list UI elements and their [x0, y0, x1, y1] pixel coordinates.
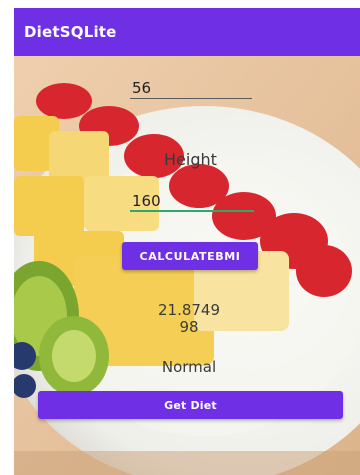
height-label: Height	[164, 150, 217, 169]
calculate-bmi-button[interactable]: CALCULATEBMI	[122, 242, 258, 270]
app-title: DietSQLite	[24, 23, 117, 41]
bmi-result: 21.8749 98	[144, 302, 234, 336]
app-bar: DietSQLite	[14, 8, 360, 56]
height-input[interactable]: 160	[132, 192, 161, 210]
app-screen: DietSQLite 56 Height 160 CALCULATEBMI 21…	[14, 8, 360, 475]
weight-input-underline	[130, 98, 252, 99]
height-input-underline	[130, 210, 254, 212]
get-diet-button[interactable]: Get Diet	[38, 391, 343, 419]
weight-input[interactable]: 56	[132, 79, 151, 97]
bmi-value-line2: 98	[179, 318, 199, 336]
bmi-category: Normal	[161, 358, 217, 376]
bmi-value-line1: 21.8749	[157, 301, 221, 319]
